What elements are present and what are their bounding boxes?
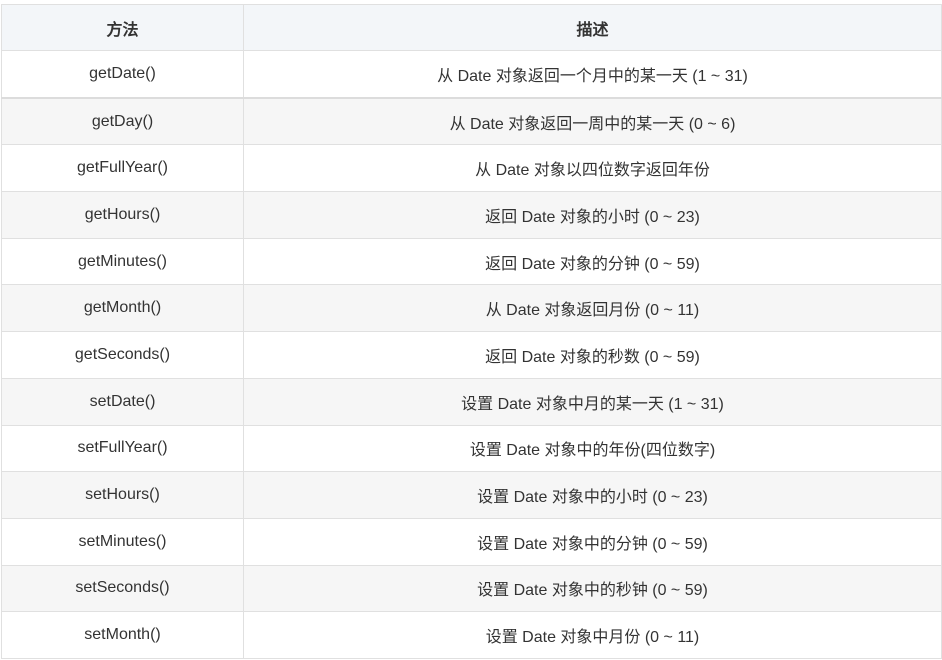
table-row: getDate() 从 Date 对象返回一个月中的某一天 (1 ~ 31)	[1, 49, 942, 99]
description-cell: 返回 Date 对象的秒数 (0 ~ 59)	[243, 331, 942, 379]
method-cell: getMinutes()	[1, 237, 244, 286]
table-row: getMinutes() 返回 Date 对象的分钟 (0 ~ 59)	[1, 237, 942, 286]
description-cell: 设置 Date 对象中月的某一天 (1 ~ 31)	[243, 377, 942, 426]
method-cell: setHours()	[1, 471, 244, 519]
method-cell: getSeconds()	[1, 331, 244, 379]
method-cell: getDate()	[1, 49, 244, 99]
table-row: setFullYear() 设置 Date 对象中的年份(四位数字)	[1, 424, 942, 473]
method-cell: setDate()	[1, 377, 244, 426]
description-cell: 从 Date 对象以四位数字返回年份	[243, 144, 942, 193]
description-cell: 返回 Date 对象的分钟 (0 ~ 59)	[243, 237, 942, 286]
header-method: 方法	[1, 4, 244, 51]
method-cell: getHours()	[1, 191, 244, 239]
method-cell: setMinutes()	[1, 517, 244, 566]
description-cell: 从 Date 对象返回一个月中的某一天 (1 ~ 31)	[243, 49, 942, 99]
table-row: setSeconds() 设置 Date 对象中的秒钟 (0 ~ 59)	[1, 564, 942, 613]
table-row: setMinutes() 设置 Date 对象中的分钟 (0 ~ 59)	[1, 517, 942, 566]
method-cell: getDay()	[1, 97, 244, 146]
method-cell: setFullYear()	[1, 424, 244, 473]
table-header-row: 方法 描述	[1, 4, 942, 51]
description-cell: 设置 Date 对象中月份 (0 ~ 11)	[243, 611, 942, 659]
method-cell: setSeconds()	[1, 564, 244, 613]
method-cell: getFullYear()	[1, 144, 244, 193]
description-cell: 从 Date 对象返回月份 (0 ~ 11)	[243, 284, 942, 333]
header-description: 描述	[243, 4, 942, 51]
method-cell: getMonth()	[1, 284, 244, 333]
date-methods-table-container: 方法 描述 getDate() 从 Date 对象返回一个月中的某一天 (1 ~…	[1, 4, 942, 659]
table-row: getHours() 返回 Date 对象的小时 (0 ~ 23)	[1, 191, 942, 239]
description-cell: 从 Date 对象返回一周中的某一天 (0 ~ 6)	[243, 97, 942, 146]
table-row: setMonth() 设置 Date 对象中月份 (0 ~ 11)	[1, 611, 942, 659]
description-cell: 设置 Date 对象中的小时 (0 ~ 23)	[243, 471, 942, 519]
description-cell: 返回 Date 对象的小时 (0 ~ 23)	[243, 191, 942, 239]
method-cell: setMonth()	[1, 611, 244, 659]
table-row: setHours() 设置 Date 对象中的小时 (0 ~ 23)	[1, 471, 942, 519]
table-row: getSeconds() 返回 Date 对象的秒数 (0 ~ 59)	[1, 331, 942, 379]
table-row: setDate() 设置 Date 对象中月的某一天 (1 ~ 31)	[1, 377, 942, 426]
description-cell: 设置 Date 对象中的秒钟 (0 ~ 59)	[243, 564, 942, 613]
table-row: getFullYear() 从 Date 对象以四位数字返回年份	[1, 144, 942, 193]
date-methods-table: 方法 描述 getDate() 从 Date 对象返回一个月中的某一天 (1 ~…	[1, 4, 942, 659]
table-row: getDay() 从 Date 对象返回一周中的某一天 (0 ~ 6)	[1, 97, 942, 146]
description-cell: 设置 Date 对象中的年份(四位数字)	[243, 424, 942, 473]
table-row: getMonth() 从 Date 对象返回月份 (0 ~ 11)	[1, 284, 942, 333]
description-cell: 设置 Date 对象中的分钟 (0 ~ 59)	[243, 517, 942, 566]
